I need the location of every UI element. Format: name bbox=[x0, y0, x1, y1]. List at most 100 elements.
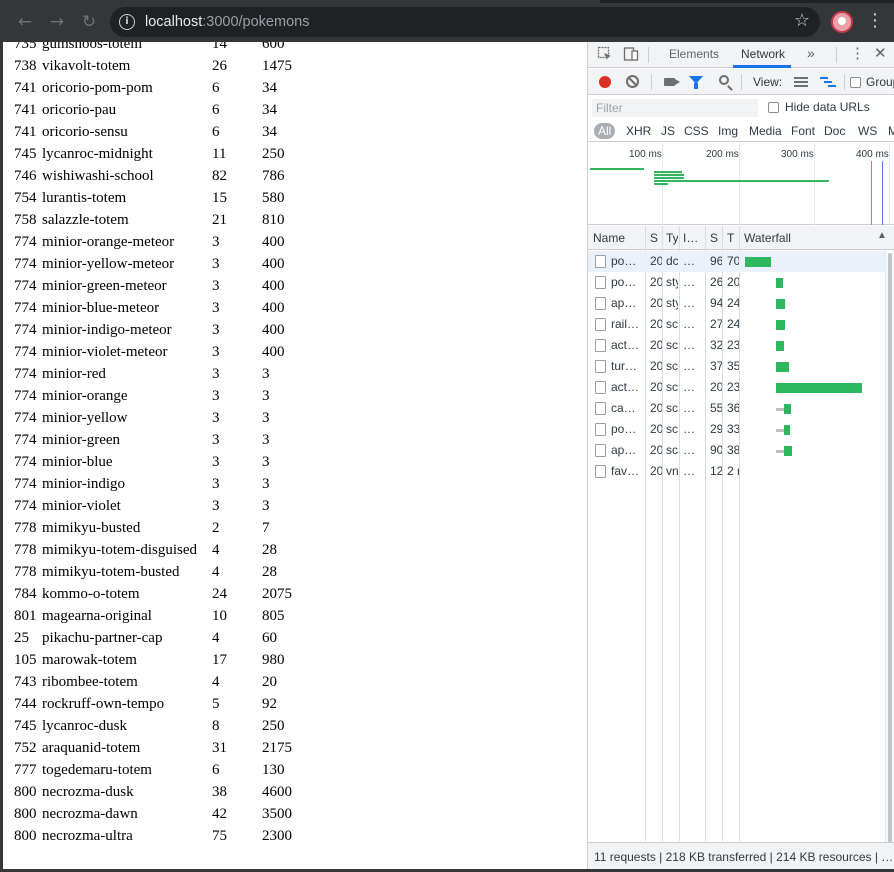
pokemon-weight: 3 bbox=[262, 366, 270, 382]
pokemon-name: minior-orange-meteor bbox=[42, 234, 175, 250]
sort-ascending-icon[interactable]: ▲ bbox=[877, 230, 887, 241]
address-bar[interactable]: i localhost:3000/pokemons ☆ bbox=[110, 7, 820, 37]
document-icon bbox=[595, 402, 606, 415]
document-icon bbox=[595, 318, 606, 331]
screenshot-camera-icon[interactable] bbox=[664, 78, 680, 86]
col-time[interactable]: T bbox=[727, 231, 734, 245]
pokemon-height: 3 bbox=[212, 432, 220, 448]
request-type: sc bbox=[666, 443, 678, 457]
waterfall-queue-bar bbox=[776, 429, 784, 432]
forward-button[interactable]: → bbox=[45, 10, 69, 34]
table-row[interactable]: act… 20 sc … 20 23 bbox=[588, 377, 886, 398]
info-icon[interactable]: i bbox=[119, 14, 135, 30]
list-item: 774 minior-orange-meteor 3 400 bbox=[14, 231, 574, 253]
pokemon-id: 800 bbox=[14, 784, 37, 800]
scrollbar-thumb[interactable] bbox=[888, 253, 892, 843]
waterfall-bar bbox=[745, 257, 771, 267]
filter-type-doc[interactable]: Doc bbox=[820, 123, 849, 139]
filter-type-all[interactable]: All bbox=[594, 123, 616, 139]
request-size: 29 bbox=[710, 422, 722, 436]
table-row[interactable]: ap… 20 sty … 94 24 bbox=[588, 293, 886, 314]
url-host: localhost bbox=[145, 14, 203, 30]
tab-network[interactable]: Network bbox=[741, 47, 785, 61]
filter-type-ws[interactable]: WS bbox=[854, 123, 881, 139]
devtools-menu-icon[interactable]: ⋮ bbox=[850, 44, 865, 62]
pokemon-name: kommo-o-totem bbox=[42, 586, 140, 602]
table-row[interactable]: ap… 20 sc … 90 38 bbox=[588, 440, 886, 461]
request-type: sty bbox=[666, 275, 678, 289]
pokemon-height: 42 bbox=[212, 806, 227, 822]
tab-elements[interactable]: Elements bbox=[669, 47, 719, 61]
request-name: ap… bbox=[611, 443, 637, 457]
request-status: 20 bbox=[650, 338, 662, 352]
pokemon-height: 8 bbox=[212, 718, 220, 734]
col-initiator[interactable]: I… bbox=[683, 231, 699, 245]
table-row[interactable]: po… 20 dc … 96 70 bbox=[588, 251, 886, 272]
pokemon-height: 3 bbox=[212, 454, 220, 470]
request-initiator: … bbox=[683, 359, 695, 373]
table-row[interactable]: ca… 20 sc … 55 36 bbox=[588, 398, 886, 419]
inspect-element-icon[interactable] bbox=[597, 46, 613, 66]
filter-type-img[interactable]: Img bbox=[714, 123, 742, 139]
url-text[interactable]: localhost:3000/pokemons bbox=[145, 14, 309, 30]
overview-request-bar bbox=[654, 177, 684, 179]
table-row[interactable]: po… 20 sc … 29 33 bbox=[588, 419, 886, 440]
star-icon[interactable]: ☆ bbox=[794, 10, 810, 31]
pokemon-height: 3 bbox=[212, 278, 220, 294]
pokemon-id: 774 bbox=[14, 300, 37, 316]
pokemon-weight: 3 bbox=[262, 410, 270, 426]
col-size[interactable]: S bbox=[710, 231, 718, 245]
table-row[interactable]: rail… 20 sc … 27 24 bbox=[588, 314, 886, 335]
group-by-frame-checkbox[interactable] bbox=[850, 77, 861, 88]
record-icon[interactable] bbox=[599, 76, 611, 88]
col-name[interactable]: Name bbox=[593, 231, 625, 245]
overview-icon[interactable] bbox=[820, 77, 836, 87]
table-row[interactable]: fav… 20 vn … 12 2 r bbox=[588, 461, 886, 482]
pokemon-weight: 60 bbox=[262, 630, 277, 646]
request-initiator: … bbox=[683, 338, 695, 352]
filter-type-font[interactable]: Font bbox=[787, 123, 819, 139]
table-row[interactable]: tur… 20 sc … 37 35 bbox=[588, 356, 886, 377]
filter-type-xhr[interactable]: XHR bbox=[622, 123, 655, 139]
profile-avatar[interactable] bbox=[831, 11, 853, 33]
overview-gridline bbox=[814, 143, 815, 225]
request-size: 94 bbox=[710, 296, 722, 310]
table-row[interactable]: act… 20 sc … 32 23 bbox=[588, 335, 886, 356]
search-icon[interactable] bbox=[719, 75, 729, 85]
list-item: 752 araquanid-totem 31 2175 bbox=[14, 737, 574, 759]
clear-icon[interactable] bbox=[626, 75, 639, 88]
pokemon-height: 6 bbox=[212, 80, 220, 96]
filter-type-css[interactable]: CSS bbox=[680, 123, 713, 139]
request-size: 20 bbox=[710, 380, 722, 394]
filter-input[interactable]: Filter bbox=[592, 99, 758, 117]
list-item: 774 minior-green-meteor 3 400 bbox=[14, 275, 574, 297]
filter-type-ma[interactable]: Ma bbox=[884, 123, 894, 139]
large-rows-icon[interactable] bbox=[794, 77, 808, 87]
request-name: po… bbox=[611, 254, 637, 268]
list-item: 801 magearna-original 10 805 bbox=[14, 605, 574, 627]
pokemon-height: 3 bbox=[212, 388, 220, 404]
active-tab-indicator bbox=[733, 65, 791, 68]
col-type[interactable]: Ty bbox=[666, 231, 678, 245]
kebab-menu-icon[interactable]: ⋮ bbox=[866, 10, 884, 32]
pokemon-id: 778 bbox=[14, 542, 37, 558]
table-row[interactable]: po… 20 sty … 26 20 bbox=[588, 272, 886, 293]
pokemon-name: araquanid-totem bbox=[42, 740, 141, 756]
request-name: tur… bbox=[611, 359, 638, 373]
reload-button[interactable]: ↻ bbox=[77, 10, 101, 34]
more-tabs-button[interactable]: » bbox=[807, 45, 815, 61]
request-status: 20 bbox=[650, 317, 662, 331]
pokemon-id: 774 bbox=[14, 388, 37, 404]
separator bbox=[844, 74, 845, 90]
filter-type-js[interactable]: JS bbox=[657, 123, 679, 139]
col-status[interactable]: S bbox=[650, 231, 658, 245]
back-button[interactable]: ← bbox=[13, 10, 37, 34]
hide-data-urls-checkbox[interactable] bbox=[768, 102, 779, 113]
close-icon[interactable]: ✕ bbox=[874, 44, 887, 62]
col-waterfall[interactable]: Waterfall bbox=[744, 231, 791, 245]
filter-icon[interactable] bbox=[689, 76, 703, 89]
device-toolbar-icon[interactable] bbox=[623, 46, 639, 66]
list-item: 774 minior-green 3 3 bbox=[14, 429, 574, 451]
filter-type-media[interactable]: Media bbox=[745, 123, 786, 139]
list-item: 774 minior-violet 3 3 bbox=[14, 495, 574, 517]
